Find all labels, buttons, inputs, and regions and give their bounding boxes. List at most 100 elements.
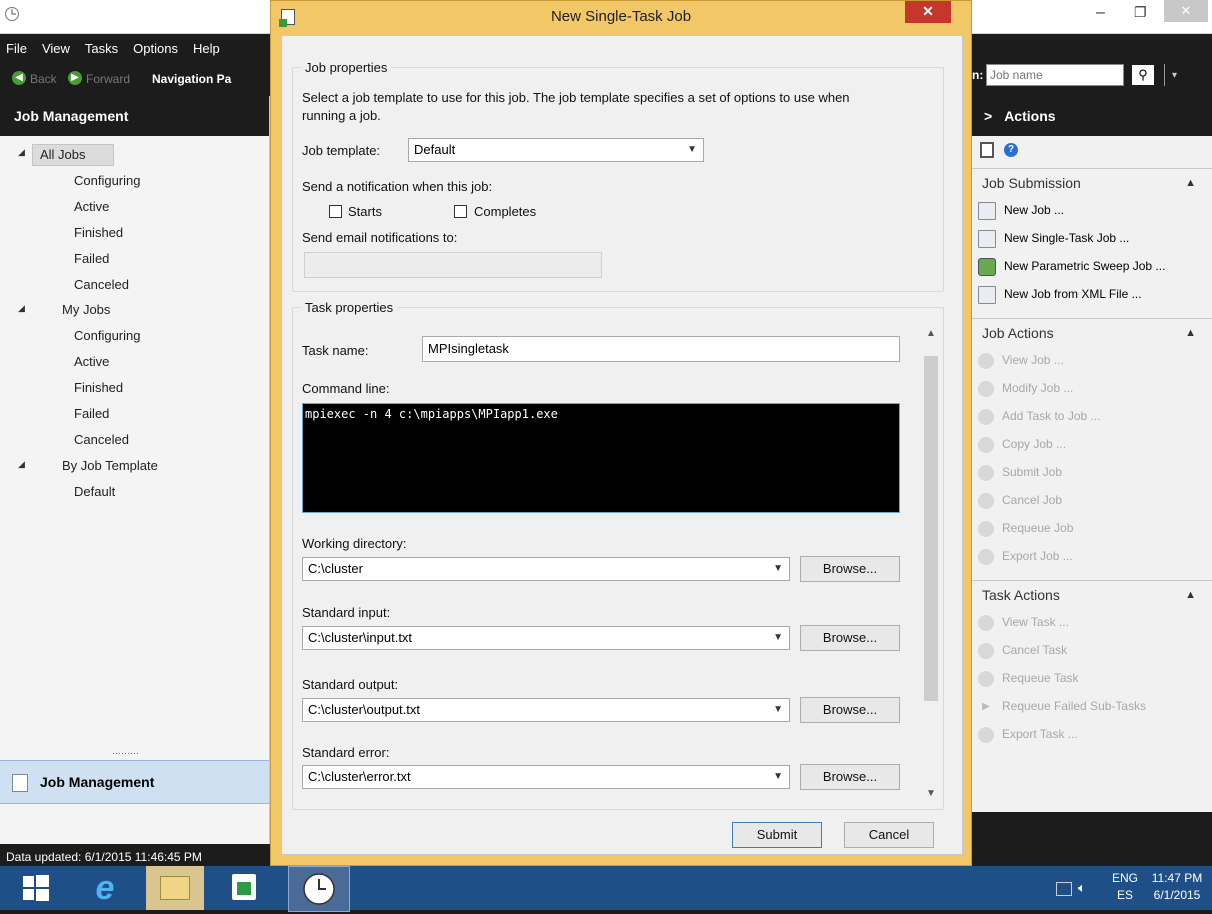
menu-view[interactable]: View (42, 41, 70, 56)
tree-item-finished[interactable]: Finished (74, 380, 123, 395)
menu-tasks[interactable]: Tasks (85, 41, 118, 56)
speaker-icon[interactable]: 🔈︎ (1078, 880, 1086, 896)
action-view-job[interactable]: View Job ... (978, 347, 1064, 373)
minimize-button[interactable]: – (1096, 4, 1105, 22)
standard-input-browse-button[interactable]: Browse... (800, 625, 900, 651)
cancel-button[interactable]: Cancel (844, 822, 934, 848)
requeue-job-icon (978, 520, 994, 537)
action-add-task-to-job[interactable]: Add Task to Job ... (978, 403, 1101, 429)
completes-checkbox[interactable] (454, 205, 467, 218)
action-view-task[interactable]: View Task ... (978, 609, 1069, 635)
working-directory-select[interactable]: C:\cluster ▼ (302, 557, 790, 581)
collapse-chevron-icon[interactable]: ▲ (1185, 319, 1196, 347)
action-requeue-job[interactable]: Requeue Job (978, 515, 1073, 541)
hpc-job-manager-taskbar-button[interactable] (288, 866, 350, 912)
standard-error-select[interactable]: C:\cluster\error.txt ▼ (302, 765, 790, 789)
section-title: Task Actions (982, 587, 1060, 603)
action-requeue-task[interactable]: Requeue Task (978, 665, 1079, 691)
internet-explorer-icon[interactable]: e (76, 866, 134, 910)
completes-label[interactable]: Completes (474, 204, 536, 219)
scroll-down-icon[interactable]: ▼ (926, 788, 936, 799)
action-cancel-job[interactable]: Cancel Job (978, 487, 1062, 513)
submit-job-icon (978, 464, 994, 481)
action-new-job-from-xml[interactable]: New Job from XML File ... (978, 281, 1142, 307)
navigation-pane-button[interactable]: Navigation Pa (152, 72, 231, 86)
scroll-up-icon[interactable]: ▲ (926, 328, 936, 339)
dialog-close-button[interactable]: ✕ (905, 1, 951, 23)
back-button[interactable]: Back (30, 72, 57, 86)
working-directory-browse-button[interactable]: Browse... (800, 556, 900, 582)
job-template-select[interactable]: Default ▼ (408, 138, 704, 162)
action-cancel-task[interactable]: Cancel Task (978, 637, 1067, 663)
menu-options[interactable]: Options (133, 41, 178, 56)
expand-arrow-icon[interactable]: ◢ (18, 303, 25, 314)
forward-button[interactable]: Forward (86, 72, 130, 86)
submit-button[interactable]: Submit (732, 822, 822, 848)
start-button[interactable] (12, 866, 70, 910)
task-name-input[interactable]: MPIsingletask (422, 336, 900, 362)
tree-item-finished[interactable]: Finished (74, 225, 123, 240)
tree-item-my-jobs[interactable]: My Jobs (62, 302, 110, 317)
chevron-right-icon[interactable]: > (984, 108, 992, 124)
tree-item-active[interactable]: Active (74, 199, 109, 214)
scrollbar-thumb[interactable] (924, 356, 938, 701)
email-notifications-input[interactable] (304, 252, 602, 278)
bottom-tab-label: Job Management (40, 774, 155, 790)
action-modify-job[interactable]: Modify Job ... (978, 375, 1073, 401)
job-submission-section-header[interactable]: Job Submission ▲ (970, 168, 1212, 196)
expand-arrow-icon[interactable]: ◢ (18, 147, 25, 158)
clipboard-icon[interactable] (980, 142, 994, 158)
action-export-job[interactable]: Export Job ... (978, 543, 1073, 569)
taskbar-clock[interactable]: 11:47 PM 6/1/2015 (1146, 870, 1208, 904)
collapse-chevron-icon[interactable]: ▲ (1185, 581, 1196, 609)
help-icon[interactable]: ? (1004, 143, 1018, 157)
menu-help[interactable]: Help (193, 41, 220, 56)
standard-output-browse-button[interactable]: Browse... (800, 697, 900, 723)
action-new-parametric-sweep-job[interactable]: New Parametric Sweep Job ... (978, 253, 1165, 279)
input-language-indicator[interactable]: ENG ES (1110, 870, 1140, 904)
tree-item-canceled[interactable]: Canceled (74, 277, 129, 292)
search-icon[interactable]: ⚲ (1132, 65, 1154, 85)
task-actions-section-header[interactable]: Task Actions ▲ (970, 580, 1212, 608)
starts-label[interactable]: Starts (348, 204, 382, 219)
tree-item-failed[interactable]: Failed (74, 251, 109, 266)
tree-item-default[interactable]: Default (74, 484, 115, 499)
action-copy-job[interactable]: Copy Job ... (978, 431, 1066, 457)
maximize-button[interactable]: ❐ (1134, 4, 1147, 21)
action-export-task[interactable]: Export Task ... (978, 721, 1078, 747)
network-icon[interactable] (1056, 882, 1072, 896)
back-arrow-icon: ◀ (12, 71, 26, 85)
action-new-single-task-job[interactable]: New Single-Task Job ... (978, 225, 1129, 251)
standard-output-select[interactable]: C:\cluster\output.txt ▼ (302, 698, 790, 722)
tree-item-canceled[interactable]: Canceled (74, 432, 129, 447)
tree-item-configuring[interactable]: Configuring (74, 328, 141, 343)
windows-logo-icon (23, 875, 49, 901)
tree-item-configuring[interactable]: Configuring (74, 173, 141, 188)
chevron-down-icon: ▼ (773, 632, 783, 643)
menu-file[interactable]: File (6, 41, 27, 56)
tree-item-failed[interactable]: Failed (74, 406, 109, 421)
tree-item-by-job-template[interactable]: By Job Template (62, 458, 158, 473)
command-line-input[interactable]: mpiexec -n 4 c:\mpiapps\MPIapp1.exe (302, 403, 900, 513)
store-button[interactable] (214, 866, 272, 910)
bottom-tab-job-management[interactable]: Job Management (0, 760, 269, 804)
job-name-search-input[interactable] (986, 64, 1124, 86)
expand-arrow-icon[interactable]: ◢ (18, 459, 25, 470)
starts-checkbox[interactable] (329, 205, 342, 218)
action-requeue-failed-subtasks[interactable]: ▶ Requeue Failed Sub-Tasks (978, 693, 1146, 719)
job-actions-section-header[interactable]: Job Actions ▲ (970, 318, 1212, 346)
pane-splitter-grip[interactable]: ········· (112, 748, 139, 758)
tree-item-active[interactable]: Active (74, 354, 109, 369)
tree-item-all-jobs[interactable]: All Jobs (40, 147, 86, 162)
dropdown-icon[interactable]: ▾ (1172, 70, 1177, 81)
task-properties-group: Task properties (292, 300, 944, 810)
collapse-chevron-icon[interactable]: ▲ (1185, 169, 1196, 197)
file-explorer-button[interactable] (146, 866, 204, 910)
window-close-button[interactable]: ✕ (1164, 0, 1208, 22)
task-properties-scrollbar[interactable]: ▲ ▼ (922, 326, 940, 804)
task-properties-legend: Task properties (305, 300, 394, 315)
action-new-job[interactable]: New Job ... (978, 197, 1064, 223)
standard-error-browse-button[interactable]: Browse... (800, 764, 900, 790)
standard-input-select[interactable]: C:\cluster\input.txt ▼ (302, 626, 790, 650)
action-submit-job[interactable]: Submit Job (978, 459, 1062, 485)
